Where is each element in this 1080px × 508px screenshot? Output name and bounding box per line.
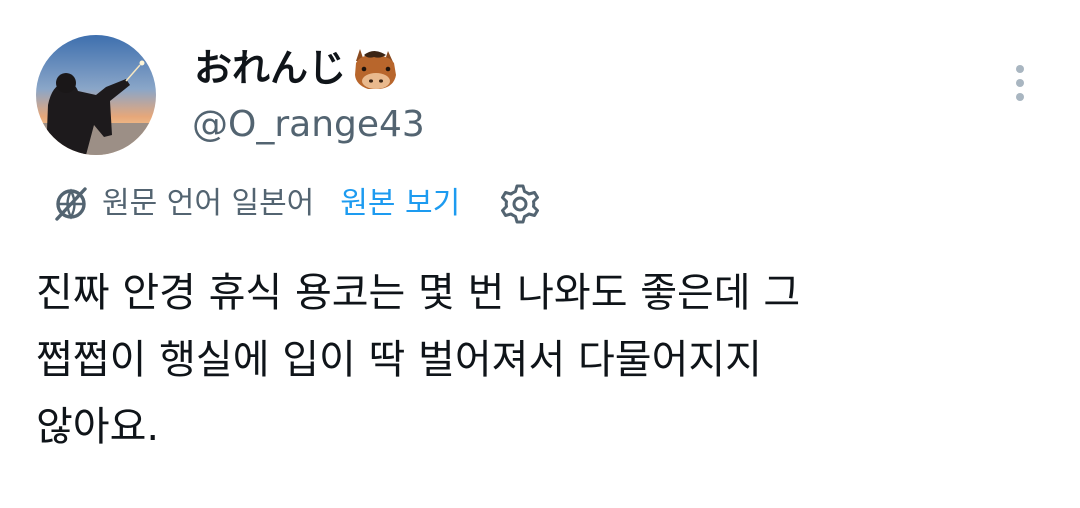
author-handle[interactable]: @O_range43 (192, 102, 425, 148)
more-vertical-icon (1016, 65, 1024, 101)
author-display-name[interactable]: おれんじ (194, 44, 400, 92)
tweet-card: おれんじ @O_range43 원문 언어 일본어 원본 보기 진짜 안경 휴식… (0, 0, 1080, 508)
translate-icon (55, 187, 87, 221)
horse-face-icon (355, 49, 397, 89)
more-options-button[interactable] (1000, 58, 1040, 108)
translation-bar: 원문 언어 일본어 원본 보기 (50, 178, 542, 230)
translation-source-language: 원문 언어 일본어 (102, 186, 315, 221)
display-name-text: おれんじ (194, 46, 347, 90)
view-original-link[interactable]: 원본 보기 (340, 184, 460, 224)
tweet-text: 진짜 안경 휴식 용코는 몇 번 나와도 좋은데 그 쩝쩝이 행실에 입이 딱 … (36, 270, 801, 450)
avatar[interactable] (36, 35, 156, 155)
profile-photo (36, 35, 156, 155)
gear-icon[interactable] (498, 182, 542, 226)
